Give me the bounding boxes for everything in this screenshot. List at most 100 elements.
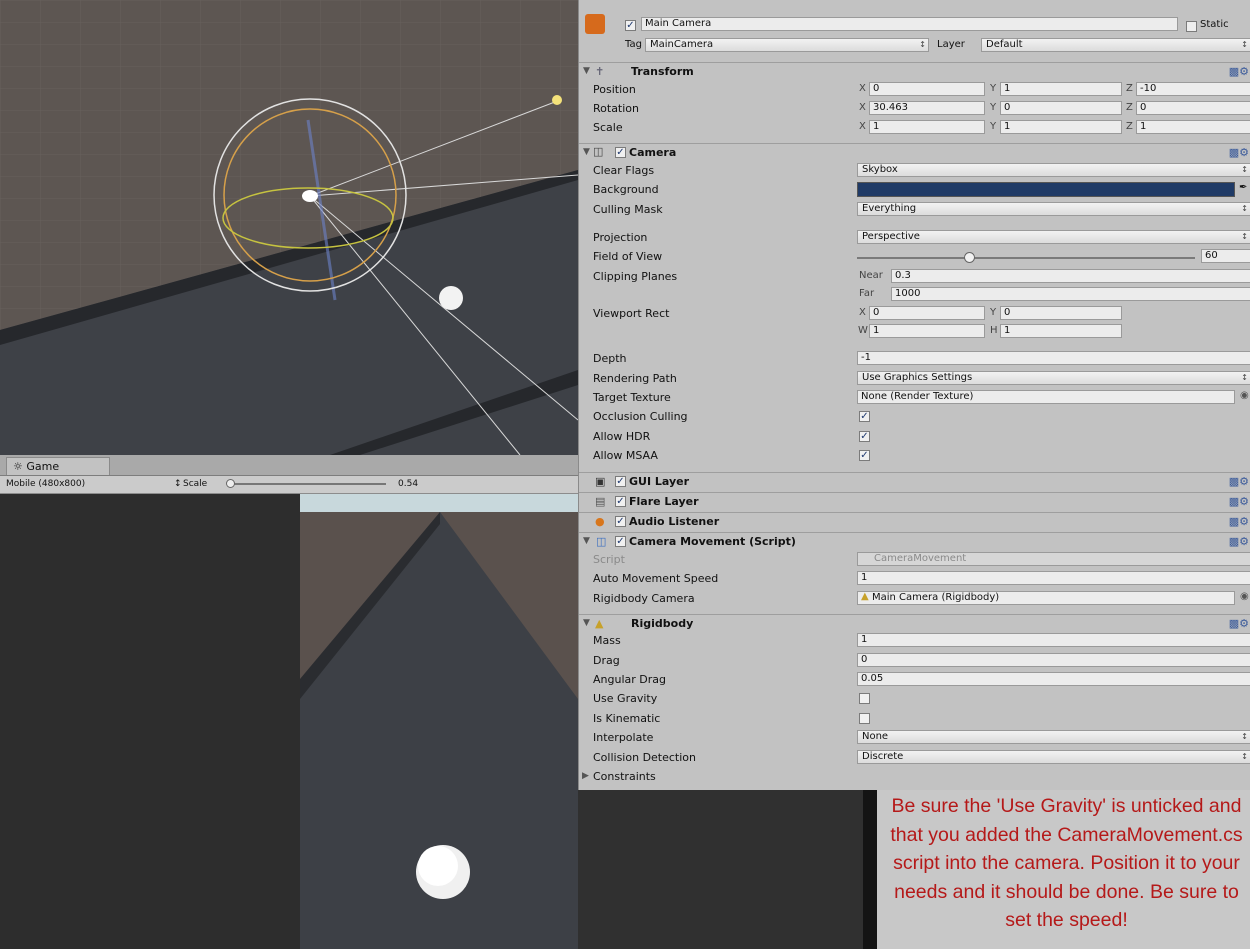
interpolate-dropdown[interactable]: None [857, 730, 1250, 744]
layer-dropdown[interactable]: Default [981, 38, 1250, 52]
constraints-label[interactable]: Constraints [593, 770, 656, 783]
far-field[interactable]: 1000 [891, 287, 1250, 301]
far-label: Far [859, 288, 875, 299]
script-field: CameraMovement [857, 552, 1250, 566]
clipping-planes-label: Clipping Planes [593, 270, 678, 283]
collision-detection-dropdown[interactable]: Discrete [857, 750, 1250, 764]
scale-slider-handle[interactable] [226, 479, 235, 488]
settings-icon[interactable]: ▩⚙ [1229, 515, 1249, 528]
foldout-arrow-icon[interactable]: ▼ [583, 536, 590, 546]
gui-layer-checkbox[interactable]: ✓ [615, 476, 626, 487]
fov-slider-handle[interactable] [963, 252, 975, 263]
scale-slider[interactable] [230, 483, 386, 485]
foldout-arrow-icon[interactable]: ▶ [582, 771, 589, 781]
viewport-x-field[interactable]: 0 [869, 306, 985, 320]
drag-field[interactable]: 0 [857, 653, 1250, 667]
settings-icon[interactable]: ▩⚙ [1229, 65, 1249, 78]
fov-field[interactable]: 60 [1201, 249, 1250, 263]
axis-x-label: X [859, 121, 866, 132]
position-z-field[interactable]: -10 [1136, 82, 1250, 96]
rotation-label: Rotation [593, 102, 640, 115]
is-kinematic-checkbox[interactable] [859, 713, 870, 724]
inspector-panel: ✓ Main Camera Static Tag MainCamera Laye… [578, 0, 1250, 790]
audio-listener-checkbox[interactable]: ✓ [615, 516, 626, 527]
object-picker-icon[interactable]: ◉ [1240, 390, 1249, 401]
rigidbody-camera-field[interactable]: Main Camera (Rigidbody) [857, 591, 1235, 605]
object-name-input[interactable]: Main Camera [641, 17, 1178, 31]
tag-dropdown[interactable]: MainCamera [645, 38, 929, 52]
tab-game[interactable]: ☼ Game [6, 457, 110, 475]
target-texture-label: Target Texture [593, 391, 671, 404]
angular-drag-field[interactable]: 0.05 [857, 672, 1250, 686]
settings-icon[interactable]: ▩⚙ [1229, 617, 1249, 630]
axis-x-label: X [859, 102, 866, 113]
rigidbody-icon: ▲ [861, 591, 869, 602]
near-field[interactable]: 0.3 [891, 269, 1250, 283]
flare-layer-header[interactable]: ▤ ✓ Flare Layer ▩⚙ [579, 492, 1250, 511]
tag-label: Tag [625, 39, 642, 50]
foldout-arrow-icon[interactable]: ▼ [583, 147, 590, 157]
position-label: Position [593, 83, 636, 96]
clear-flags-dropdown[interactable]: Skybox [857, 163, 1250, 177]
culling-mask-dropdown[interactable]: Everything [857, 202, 1250, 216]
instruction-note: Be sure the 'Use Gravity' is unticked an… [863, 790, 1250, 949]
viewport-w-field[interactable]: 1 [869, 324, 985, 338]
camera-movement-header[interactable]: ▼ ◫ ✓ Camera Movement (Script) ▩⚙ [579, 532, 1250, 551]
allow-msaa-checkbox[interactable]: ✓ [859, 450, 870, 461]
settings-icon[interactable]: ▩⚙ [1229, 146, 1249, 159]
active-checkbox[interactable]: ✓ [625, 20, 636, 31]
audio-listener-icon: ● [595, 515, 605, 528]
fov-slider[interactable] [857, 252, 1195, 263]
gui-layer-header[interactable]: ▣ ✓ GUI Layer ▩⚙ [579, 472, 1250, 491]
static-checkbox[interactable] [1186, 21, 1197, 32]
rotation-x-field[interactable]: 30.463 [869, 101, 985, 115]
camera-enabled-checkbox[interactable]: ✓ [615, 147, 626, 158]
rendering-path-dropdown[interactable]: Use Graphics Settings [857, 371, 1250, 385]
foldout-arrow-icon[interactable]: ▼ [583, 618, 590, 628]
scale-y-field[interactable]: 1 [1000, 120, 1122, 134]
camera-title: Camera [629, 146, 677, 159]
scale-z-field[interactable]: 1 [1136, 120, 1250, 134]
camera-header[interactable]: ▼ ◫ ✓ Camera ▩⚙ [579, 143, 1250, 162]
audio-listener-header[interactable]: ● ✓ Audio Listener ▩⚙ [579, 512, 1250, 531]
viewport-x-label: X [859, 307, 866, 318]
target-texture-field[interactable]: None (Render Texture) [857, 390, 1235, 404]
projection-dropdown[interactable]: Perspective [857, 230, 1250, 244]
foldout-arrow-icon[interactable]: ▼ [583, 66, 590, 76]
background-color-swatch[interactable] [857, 182, 1235, 197]
axis-z-label: Z [1126, 83, 1133, 94]
mass-field[interactable]: 1 [857, 633, 1250, 647]
rotation-y-field[interactable]: 0 [1000, 101, 1122, 115]
position-y-field[interactable]: 1 [1000, 82, 1122, 96]
resolution-dropdown[interactable]: Mobile (480x800) [6, 476, 85, 493]
angular-drag-label: Angular Drag [593, 673, 666, 686]
eyedropper-icon[interactable]: ✒ [1239, 182, 1247, 193]
allow-hdr-label: Allow HDR [593, 430, 651, 443]
viewport-h-field[interactable]: 1 [1000, 324, 1122, 338]
settings-icon[interactable]: ▩⚙ [1229, 495, 1249, 508]
position-x-field[interactable]: 0 [869, 82, 985, 96]
camera-movement-checkbox[interactable]: ✓ [615, 536, 626, 547]
flare-layer-checkbox[interactable]: ✓ [615, 496, 626, 507]
auto-movement-speed-field[interactable]: 1 [857, 571, 1250, 585]
script-label: Script [593, 553, 625, 566]
allow-hdr-checkbox[interactable]: ✓ [859, 431, 870, 442]
near-label: Near [859, 270, 883, 281]
occlusion-culling-checkbox[interactable]: ✓ [859, 411, 870, 422]
game-view[interactable] [0, 494, 578, 949]
rigidbody-header[interactable]: ▼ ▲ Rigidbody ▩⚙ [579, 614, 1250, 633]
use-gravity-checkbox[interactable] [859, 693, 870, 704]
rotation-z-field[interactable]: 0 [1136, 101, 1250, 115]
scale-x-field[interactable]: 1 [869, 120, 985, 134]
viewport-y-field[interactable]: 0 [1000, 306, 1122, 320]
occlusion-culling-label: Occlusion Culling [593, 410, 688, 423]
viewport-y-label: Y [990, 307, 997, 318]
settings-icon[interactable]: ▩⚙ [1229, 475, 1249, 488]
static-label: Static [1200, 19, 1229, 30]
depth-label: Depth [593, 352, 627, 365]
settings-icon[interactable]: ▩⚙ [1229, 535, 1249, 548]
transform-header[interactable]: ▼ ✝ Transform ▩⚙ [579, 62, 1250, 81]
depth-field[interactable]: -1 [857, 351, 1250, 365]
object-picker-icon[interactable]: ◉ [1240, 591, 1249, 602]
scene-view[interactable] [0, 0, 578, 455]
